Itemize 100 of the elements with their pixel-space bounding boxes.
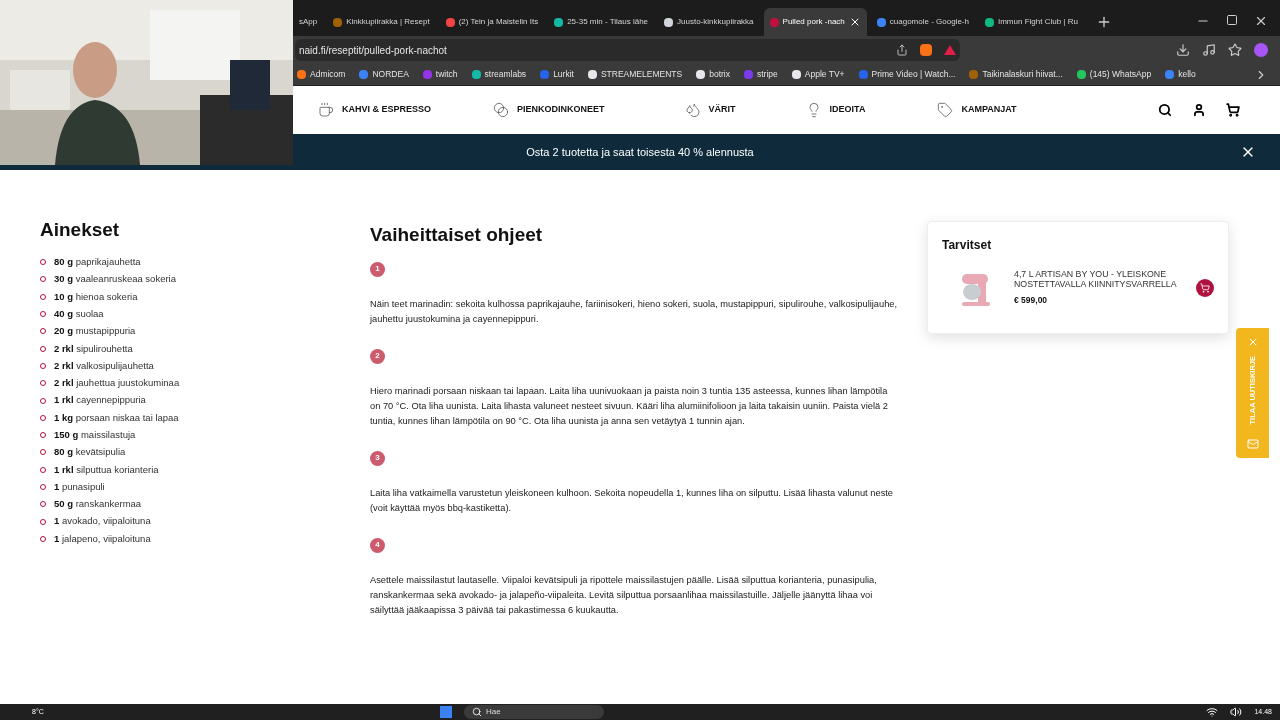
- nav-icon: [684, 102, 701, 118]
- bookmark[interactable]: NORDEA: [359, 68, 409, 81]
- ingredient-text: 2 rkl valkosipulijauhetta: [54, 358, 154, 373]
- search-icon: [472, 707, 482, 717]
- product-name[interactable]: 4,7 L ARTISAN BY YOU - YLEISKONE NOSTETTAVALLA KIINNITYSVARRELLA: [1014, 269, 1182, 290]
- mail-icon: [1246, 438, 1259, 450]
- step-text: Näin teet marinadin: sekoita kulhossa paprikajauhe, fariinisokeri, hieno sokeri, suola, mustapippuri, sipulirouhe, valkosipulijauhe, jauhettu juustokumina ja cayennepippuri.: [370, 297, 899, 326]
- ingredient-text: 2 rkl sipulirouhetta: [54, 341, 133, 356]
- ingredient-text: 1 avokado, viipaloituna: [54, 514, 151, 529]
- ingredient-text: 1 jalapeno, viipaloituna: [54, 531, 151, 546]
- favicon-icon: [876, 17, 886, 27]
- step-number: 4: [370, 537, 385, 553]
- ingredient-text: 80 g paprikajauhetta: [54, 255, 141, 269]
- favicon-icon: [540, 70, 550, 79]
- browser-tab[interactable]: Kinkkupiirakka | Resept: [327, 8, 436, 36]
- favicon-icon: [969, 70, 979, 79]
- bookmark[interactable]: STREAMELEMENTS: [587, 68, 683, 81]
- browser-tab[interactable]: (2) Tein ja Maistelin Its: [439, 8, 545, 36]
- ingredient-text: 80 g kevätsipulia: [54, 445, 126, 460]
- step-text: Hiero marinadi porsaan niskaan tai lapaan. Laita liha uunivuokaan ja paista noin 3 tuntia 135 asteessa, kunnes lihan lämpötila on 70 °C. Ota liha uunista. Laita lihasta valuneet nesteet sivuun. Kääri liha alumiinifolioon ja laita takaisin uuniin. Paista vielä 2 tuntia, kunnes lihan lämpötila on 90 °C. Ota liha uunista ja anna sen vetäytyä 1 tunnin ajan.: [370, 384, 889, 428]
- browser-tab[interactable]: Pulled pork -nach: [763, 8, 867, 36]
- favicon-icon: [297, 70, 306, 79]
- ingredient-text: 50 g ranskankermaa: [54, 497, 142, 512]
- ingredient-text: 1 punasipuli: [54, 479, 105, 494]
- cart-icon[interactable]: [1226, 103, 1240, 117]
- favicon-icon: [445, 17, 455, 27]
- promo-text: Osta 2 tuotetta ja saat toisesta 40 % alennusta: [526, 144, 754, 160]
- card-heading: Tarvitset: [942, 237, 993, 254]
- star-icon[interactable]: [1228, 43, 1242, 57]
- bookmark[interactable]: streamlabs: [471, 68, 527, 81]
- taskbar-search[interactable]: Hae: [464, 705, 604, 719]
- favicon-icon: [858, 70, 868, 79]
- ingredient-text: 10 g hienoa sokeria: [54, 289, 138, 304]
- nav-icon: [493, 102, 510, 118]
- bookmark[interactable]: stripe: [743, 68, 778, 81]
- wifi-icon[interactable]: [1206, 706, 1219, 718]
- step-number: 1: [370, 261, 385, 277]
- bookmark[interactable]: Apple TV+: [791, 68, 845, 81]
- nav-link[interactable]: IDEOITA: [805, 102, 866, 118]
- account-icon[interactable]: [1192, 103, 1206, 117]
- nav-link[interactable]: KAHVI & ESPRESSO: [318, 102, 432, 118]
- favicon-icon: [359, 70, 369, 79]
- ingredient-text: 150 g maissilastuja: [54, 428, 136, 442]
- favicon-icon: [791, 70, 801, 79]
- bookmark[interactable]: kello: [1165, 68, 1196, 81]
- browser-tab[interactable]: cuagomole - Google-h: [870, 8, 975, 36]
- bookmark[interactable]: botrix: [696, 68, 730, 81]
- browser-tab[interactable]: sApp: [293, 8, 324, 36]
- favicon-icon: [471, 70, 481, 79]
- browser-tab[interactable]: Immun Fight Club | Ru: [978, 8, 1084, 36]
- music-icon[interactable]: [1202, 43, 1216, 57]
- bookmark[interactable]: (145) WhatsApp: [1076, 68, 1152, 81]
- address-field[interactable]: naid.fi/reseptit/pulled-pork-nachot: [295, 39, 960, 61]
- favicon-icon: [696, 70, 706, 79]
- favicon-icon: [333, 17, 343, 27]
- ingredient-text: 20 g mustapippuria: [54, 324, 136, 339]
- favicon-icon: [554, 17, 564, 27]
- download-icon[interactable]: [1176, 43, 1190, 57]
- favicon-icon: [587, 70, 597, 79]
- ingredient-text: 2 rkl jauhettua juustokuminaa: [54, 376, 180, 391]
- bookmark[interactable]: Lurkit: [540, 68, 574, 81]
- ingredient-text: 1 rkl cayennepippuria: [54, 393, 146, 408]
- product-price: € 599,00: [1014, 294, 1049, 307]
- start-icon[interactable]: [440, 706, 452, 718]
- ingredient-text: 30 g vaaleanruskeaa sokeria: [54, 272, 176, 287]
- favicon-icon: [664, 17, 674, 27]
- favicon-icon: [769, 17, 779, 27]
- nav-icon: [937, 102, 954, 118]
- avatar-icon[interactable]: [1254, 43, 1268, 57]
- browser-tab[interactable]: Juusto-kinkkupiirakka: [658, 8, 760, 36]
- browser-tab[interactable]: 25-35 min - Tilaus lähe: [548, 8, 655, 36]
- favicon-icon: [984, 17, 994, 27]
- favicon-icon: [1165, 70, 1175, 79]
- nav-icon: [318, 102, 334, 118]
- section-heading: Vaiheittaiset ohjeet: [370, 223, 544, 247]
- step-number: 3: [370, 450, 385, 466]
- bookmark[interactable]: twitch: [422, 68, 458, 81]
- favicon-icon: [1076, 70, 1086, 79]
- step-text: Laita liha vatkaimella varustetun yleiskoneen kulhoon. Sekoita nopeudella 1, kunnes liha on silputtu. Lisää lihasta valunut neste (voit käyttää myös bbq-kastiketta).: [370, 486, 895, 515]
- add-to-cart-button[interactable]: [1196, 279, 1214, 297]
- step-number: 2: [370, 348, 385, 364]
- ingredient-text: 1 rkl silputtua korianteria: [54, 462, 159, 477]
- ingredient-text: 40 g suolaa: [54, 306, 104, 321]
- search-icon[interactable]: [1158, 103, 1172, 117]
- step-text: Asettele maissilastut lautaselle. Viipaloi kevätsipuli ja ripottele maissilastujen päälle. Lisää silputtua korianteria, punasipulia, ranskankermaa sekä avokado- ja jalapeño-viipaleita. Levitä silputtua porsaanlihaa maissilastuille. Jäljelle jäänyttä lihaa voi säilyttää jääkaapissa 3 päivää tai pakastimessa 6 kuukautta.: [370, 573, 878, 617]
- favicon-icon: [743, 70, 753, 79]
- bookmark[interactable]: Prime Video | Watch...: [858, 68, 956, 81]
- favicon-icon: [422, 70, 432, 79]
- cart-icon: [1200, 283, 1210, 293]
- nav-link[interactable]: VÄRIT: [684, 102, 736, 118]
- bookmark[interactable]: Taikinalaskuri hiivat...: [969, 68, 1063, 81]
- close-icon[interactable]: [1254, 14, 1268, 28]
- ingredient-text: 1 kg porsaan niskaa tai lapaa: [54, 410, 179, 425]
- nav-link[interactable]: PIENKODINKONEET: [493, 102, 605, 118]
- restore-icon[interactable]: [1226, 14, 1238, 26]
- nav-link[interactable]: KAMPANJAT: [937, 102, 1017, 118]
- section-heading: Ainekset: [40, 218, 121, 242]
- share-icon[interactable]: [896, 44, 908, 56]
- bookmark[interactable]: Admicom: [297, 68, 346, 81]
- volume-icon[interactable]: [1230, 706, 1243, 718]
